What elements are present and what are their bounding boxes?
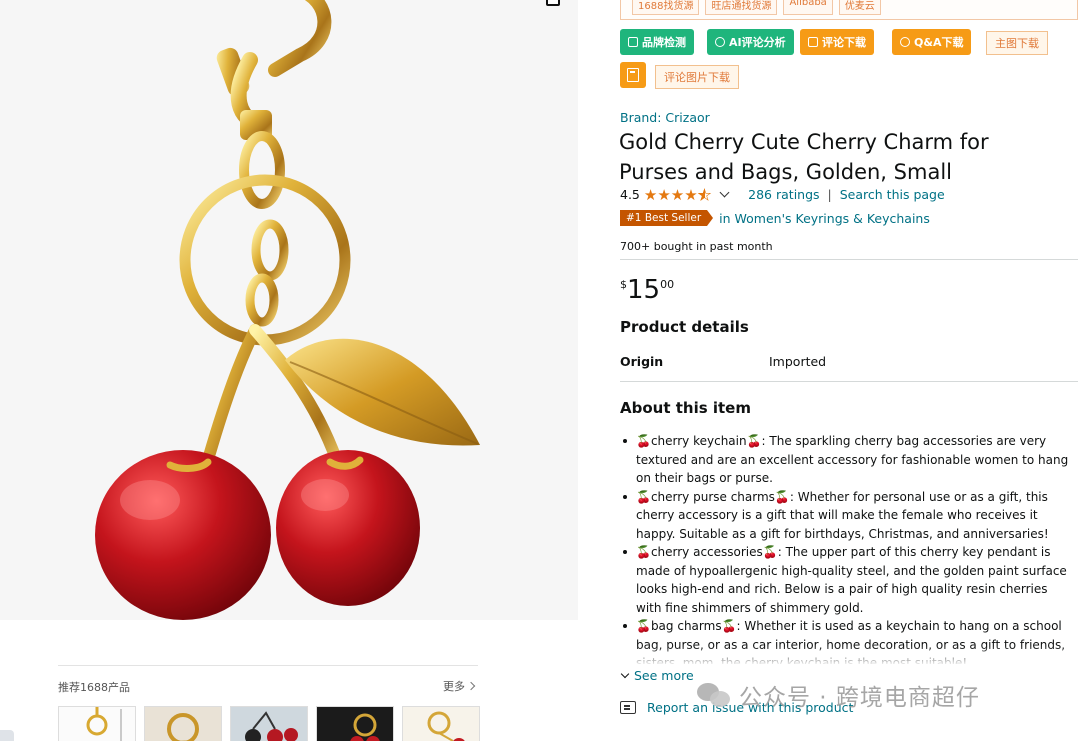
price-whole: 15 bbox=[627, 275, 661, 305]
product-main-image[interactable] bbox=[0, 0, 578, 620]
chevron-down-icon[interactable] bbox=[719, 187, 730, 198]
about-bullet: 🍒cherry purse charms🍒: Whether for perso… bbox=[620, 488, 1076, 544]
about-item-heading: About this item bbox=[620, 399, 751, 417]
keychain-thumb-image bbox=[231, 707, 307, 741]
star-icon: ★ bbox=[643, 185, 658, 204]
about-bullets: 🍒cherry keychain🍒: The sparkling cherry … bbox=[620, 432, 1076, 664]
bestseller-row: #1 Best Seller in Women's Keyrings & Key… bbox=[620, 210, 930, 226]
source-tag-1688[interactable]: 1688找货源 bbox=[632, 0, 700, 15]
qa-download-label: Q&A下载 bbox=[914, 36, 964, 49]
product-title: Gold Cherry Cute Cherry Charm for Purses… bbox=[619, 130, 989, 184]
source-tag-wangdiantong[interactable]: 旺店通找货源 bbox=[705, 0, 778, 15]
review-image-download-button[interactable]: 评论图片下载 bbox=[655, 65, 739, 89]
source-tag-alibaba[interactable]: Alibaba bbox=[783, 0, 833, 15]
star-rating[interactable]: ★ ★ ★ ★ ★ bbox=[643, 185, 712, 204]
divider bbox=[620, 381, 1078, 382]
star-icon: ★ bbox=[657, 185, 671, 204]
star-icon: ★ bbox=[670, 185, 685, 204]
comment-icon bbox=[808, 37, 818, 47]
recommend-thumbnail[interactable] bbox=[144, 706, 222, 741]
recommend-thumbnail[interactable] bbox=[230, 706, 308, 741]
review-download-button[interactable]: 评论下载 bbox=[800, 29, 874, 55]
about-bullet: 🍒cherry keychain🍒: The sparkling cherry … bbox=[620, 432, 1076, 488]
about-bullet: 🍒cherry accessories🍒: The upper part of … bbox=[620, 543, 1076, 617]
dock-icon[interactable] bbox=[0, 730, 14, 741]
main-image-download-button[interactable]: 主图下载 bbox=[986, 31, 1048, 55]
divider bbox=[620, 259, 1078, 260]
calculator-icon bbox=[627, 68, 639, 82]
see-more-label: See more bbox=[634, 668, 694, 683]
brand-check-label: 品牌检测 bbox=[642, 36, 686, 49]
bought-past-month: 700+ bought in past month bbox=[620, 240, 773, 253]
review-download-label: 评论下载 bbox=[822, 36, 866, 49]
expand-image-icon[interactable] bbox=[546, 0, 560, 6]
see-more-link[interactable]: See more bbox=[620, 668, 694, 683]
price-symbol: $ bbox=[620, 278, 627, 291]
rating-value: 4.5 bbox=[620, 187, 640, 202]
bestseller-badge[interactable]: #1 Best Seller bbox=[620, 210, 714, 226]
search-this-page-link[interactable]: Search this page bbox=[840, 187, 945, 202]
recommend-title: 推荐1688产品 bbox=[58, 681, 130, 694]
origin-value: Imported bbox=[769, 354, 827, 369]
recommend-thumbnail[interactable] bbox=[58, 706, 136, 741]
ai-review-label: AI评论分析 bbox=[729, 36, 786, 49]
source-tag-youmaiyun[interactable]: 优麦云 bbox=[838, 0, 881, 15]
keychain-thumb-image bbox=[403, 707, 479, 741]
keychain-thumb-image bbox=[317, 707, 393, 741]
keychain-thumb-image bbox=[59, 707, 135, 741]
price-fraction: 00 bbox=[660, 278, 675, 291]
recommend-thumbnail[interactable] bbox=[402, 706, 480, 741]
square-icon bbox=[628, 37, 638, 47]
rating-row: 4.5 ★ ★ ★ ★ ★ 286 ratings | Search this … bbox=[620, 185, 945, 204]
ratings-count-link[interactable]: 286 ratings bbox=[748, 187, 819, 202]
bullets-fade bbox=[620, 646, 1076, 666]
wechat-watermark: 公众号 · 跨境电商超仔 bbox=[697, 678, 980, 712]
origin-label: Origin bbox=[620, 354, 664, 369]
question-icon bbox=[900, 37, 910, 47]
wechat-icon bbox=[697, 681, 731, 709]
half-star-icon: ★ bbox=[697, 185, 712, 204]
keychain-thumb-image bbox=[145, 707, 221, 741]
product-details-heading: Product details bbox=[620, 318, 749, 336]
cherry-charm-image bbox=[95, 0, 480, 620]
bestseller-category-link[interactable]: in Women's Keyrings & Keychains bbox=[719, 211, 930, 226]
recommend-more-label: 更多 bbox=[443, 680, 465, 693]
watermark-text: 公众号 · 跨境电商超仔 bbox=[739, 685, 980, 711]
report-icon bbox=[620, 701, 636, 714]
chevron-right-icon bbox=[466, 681, 476, 691]
calculator-button[interactable] bbox=[620, 62, 646, 88]
qa-download-button[interactable]: Q&A下载 bbox=[892, 29, 972, 55]
separator: | bbox=[827, 187, 832, 202]
star-icon: ★ bbox=[684, 185, 698, 204]
recommend-more-link[interactable]: 更多 bbox=[443, 678, 476, 694]
brand-check-button[interactable]: 品牌检测 bbox=[620, 29, 694, 55]
pie-chart-icon bbox=[715, 37, 725, 47]
recommend-1688-panel: 推荐1688产品 更多 bbox=[58, 665, 480, 741]
plugin-source-tags: 1688找货源 旺店通找货源 Alibaba 优麦云 bbox=[632, 0, 881, 15]
recommend-thumbnail[interactable] bbox=[316, 706, 394, 741]
ai-review-button[interactable]: AI评论分析 bbox=[707, 29, 794, 55]
chevron-down-icon bbox=[620, 669, 630, 678]
brand-link[interactable]: Brand: Crizaor bbox=[620, 110, 710, 125]
price: $1500 bbox=[620, 275, 674, 305]
